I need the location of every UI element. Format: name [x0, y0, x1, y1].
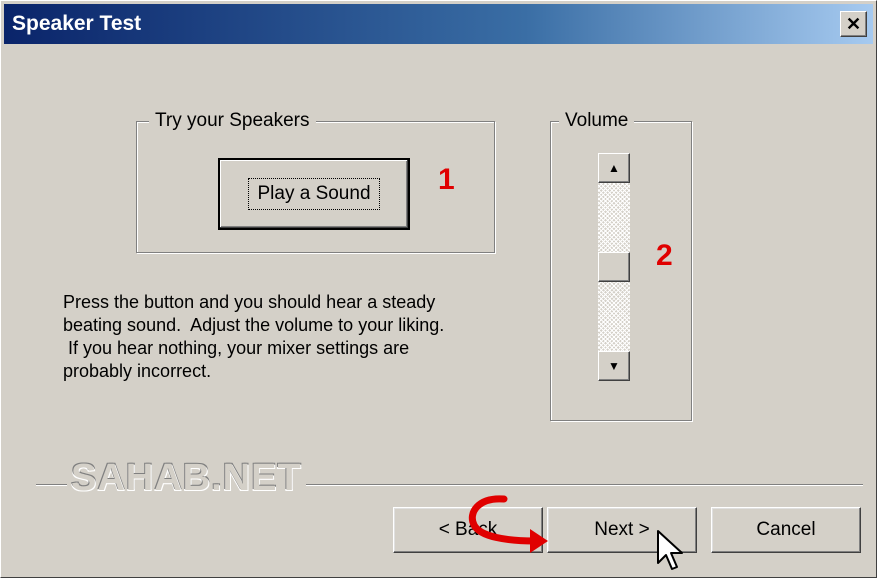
cancel-button[interactable]: Cancel	[711, 507, 861, 553]
instruction-text: Press the button and you should hear a s…	[63, 292, 445, 381]
scroll-down-arrow-icon: ▼	[608, 359, 620, 373]
play-sound-label: Play a Sound	[248, 178, 380, 210]
curved-arrow-icon	[469, 495, 548, 553]
volume-group-label: Volume	[559, 110, 635, 132]
speakers-group-label: Try your Speakers	[149, 110, 316, 132]
title-bar[interactable]: Speaker Test ✕	[4, 4, 873, 44]
close-icon: ✕	[845, 13, 862, 34]
annotation-marker-2: 2	[656, 239, 673, 272]
scroll-up-arrow-icon: ▲	[608, 161, 620, 175]
speaker-test-dialog: Speaker Test ✕ Try your Speakers Play a …	[0, 0, 877, 578]
annotation-marker-1: 1	[438, 163, 455, 196]
play-sound-button[interactable]: Play a Sound	[218, 158, 410, 230]
close-button[interactable]: ✕	[840, 11, 867, 37]
next-button-label: Next >	[594, 519, 650, 540]
volume-slider-thumb[interactable]	[598, 252, 630, 282]
volume-up-button[interactable]: ▲	[598, 153, 630, 183]
volume-slider[interactable]: ▲ ▼	[598, 153, 630, 381]
watermark-logo: SAHAB.NET	[67, 457, 306, 500]
window-title: Speaker Test	[12, 12, 142, 35]
volume-down-button[interactable]: ▼	[598, 351, 630, 381]
cancel-button-label: Cancel	[756, 519, 816, 540]
mouse-cursor-icon	[657, 530, 683, 570]
